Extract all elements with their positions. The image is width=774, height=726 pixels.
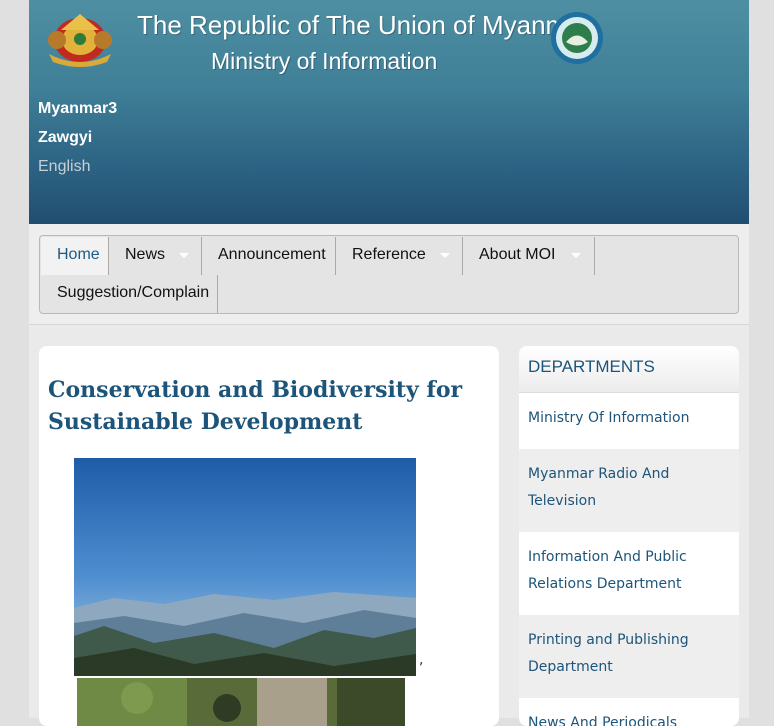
nav-about-label: About MOI [479,246,556,263]
nav-news-label: News [125,246,166,263]
chevron-down-icon [440,253,450,258]
lang-english-link[interactable]: English [38,152,117,181]
nav-suggestion[interactable]: Suggestion/Complain [41,275,218,313]
dept-link-ministry-of-information[interactable]: Ministry Of Information [519,393,739,449]
article-trailing-text: , [419,652,424,668]
main-nav: Home News Announcement Reference About M… [39,235,739,314]
departments-panel: DEPARTMENTS Ministry Of Information Myan… [519,346,739,726]
nav-news[interactable]: News [109,237,202,275]
nav-home[interactable]: Home [41,237,109,275]
mountain-landscape-image [74,458,416,676]
site-header: The Republic of The Union of Myanmar Min… [29,0,749,224]
article-title: Conservation and Biodiversity for Sustai… [48,377,463,435]
chevron-down-icon [571,253,581,258]
dept-link-printing-and-publishing[interactable]: Printing and Publishing Department [519,615,739,698]
nav-home-label: Home [57,246,100,263]
state-emblem-icon [48,14,112,67]
nav-announcement[interactable]: Announcement [202,237,336,275]
lang-myanmar3-link[interactable]: Myanmar3 [38,94,117,123]
header-title-line1: The Republic of The Union of Myanmar [137,10,591,40]
lang-zawgyi-link[interactable]: Zawgyi [38,123,117,152]
departments-title: DEPARTMENTS [528,357,655,376]
dept-link-myanmar-radio-and-television[interactable]: Myanmar Radio And Television [519,449,739,532]
dept-link-information-and-public-relations[interactable]: Information And Public Relations Departm… [519,532,739,615]
forest-image [77,678,405,726]
nav-suggestion-label: Suggestion/Complain [57,284,210,301]
nav-about[interactable]: About MOI [463,237,595,275]
nav-announcement-label: Announcement [218,246,326,263]
nav-area: Home News Announcement Reference About M… [29,224,749,325]
nav-reference[interactable]: Reference [336,237,463,275]
page: The Republic of The Union of Myanmar Min… [29,0,749,726]
article-panel: Conservation and Biodiversity for Sustai… [39,346,499,726]
language-switcher: Myanmar3 Zawgyi English [38,94,117,181]
header-title-line2: Ministry of Information [211,48,438,74]
ministry-logo-icon [551,12,603,64]
nav-reference-label: Reference [352,246,426,263]
chevron-down-icon [179,253,189,258]
departments-header: DEPARTMENTS [519,346,739,393]
dept-link-news-and-periodicals[interactable]: News And Periodicals Enterprise [519,698,739,726]
